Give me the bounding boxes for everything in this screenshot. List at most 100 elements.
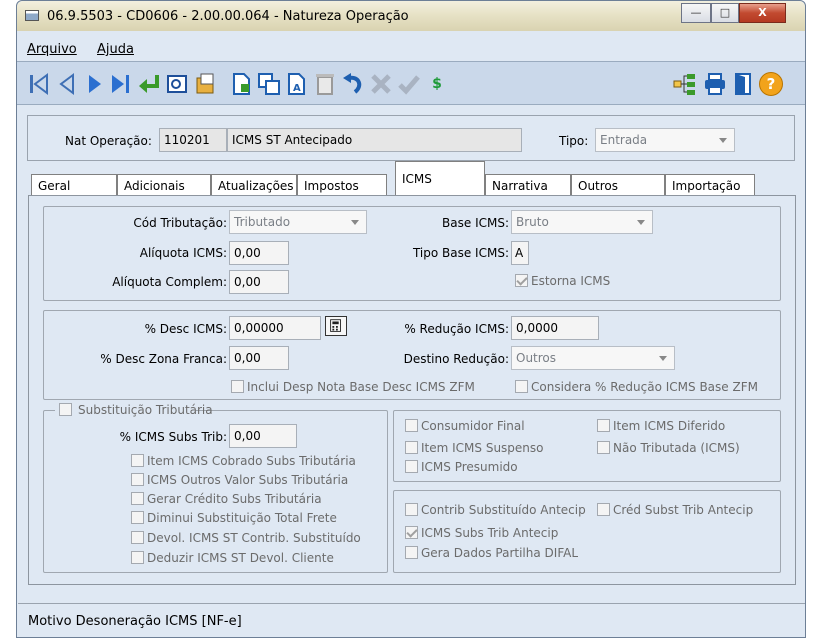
minimize-button[interactable]: — [681,3,711,23]
desc-zona-franca-label: % Desc Zona Franca: [100,352,227,366]
nat-operacao-label: Nat Operação: [65,134,152,148]
tab-outros[interactable]: Outros [571,174,665,196]
currency-icon[interactable]: $ [425,72,449,96]
svg-text:A: A [293,83,301,94]
copy-icon[interactable] [257,72,281,96]
tab-adicionais[interactable]: Adicionais [117,174,211,196]
chevron-down-icon [659,356,667,361]
last-icon[interactable] [109,72,133,96]
exit-icon[interactable] [731,72,755,96]
devol-icms-st-label: Devol. ICMS ST Contrib. Substituído [147,531,361,545]
gerar-credito-checkbox[interactable] [131,492,144,505]
item-icms-diferido-checkbox[interactable] [597,419,610,432]
tipo-base-icms-field[interactable]: A [511,241,529,265]
next-icon[interactable] [83,72,107,96]
item-icms-cobrado-checkbox[interactable] [131,454,144,467]
window-title: 06.9.5503 - CD0606 - 2.00.00.064 - Natur… [47,9,409,24]
enter-icon[interactable] [137,72,161,96]
confirm-icon[interactable] [397,72,421,96]
aliquota-complem-field[interactable]: 0,00 [229,270,289,294]
cred-subst-trib-checkbox[interactable] [597,503,610,516]
reducao-icms-label: % Redução ICMS: [404,322,509,336]
chevron-down-icon [719,138,727,143]
app-icon [25,10,39,21]
aliquota-icms-label: Alíquota ICMS: [139,246,227,260]
item-icms-suspenso-label: Item ICMS Suspenso [421,441,544,455]
consumidor-final-checkbox[interactable] [405,419,418,432]
menu-ajuda[interactable]: Ajuda [97,42,134,57]
toolbar: A $ ? [17,61,805,105]
gerar-credito-label: Gerar Crédito Subs Tributária [147,492,322,506]
chevron-down-icon [351,220,359,225]
contrib-substituido-checkbox[interactable] [405,503,418,516]
destino-reducao-value: Outros [516,351,557,365]
prev-icon[interactable] [55,72,79,96]
cod-tributacao-select[interactable]: Tributado [229,210,367,234]
nat-operacao-code-field[interactable]: 110201 [159,128,227,152]
tree-icon[interactable] [673,72,697,96]
tipo-label: Tipo: [559,134,589,148]
desc-zona-franca-field[interactable]: 0,00 [229,346,289,370]
deduzir-icms-st-checkbox[interactable] [131,551,144,564]
first-icon[interactable] [27,72,51,96]
report-icon[interactable] [193,72,217,96]
cred-subst-trib-label: Créd Subst Trib Antecip [613,503,754,517]
tipo-select[interactable]: Entrada [595,128,735,152]
desc-icms-field[interactable]: 0,00000 [229,316,321,340]
print-icon[interactable] [703,72,727,96]
zoom-icon[interactable] [165,72,189,96]
edit-icon[interactable]: A [285,72,309,96]
tab-geral[interactable]: Geral [31,174,117,196]
considera-reducao-label: Considera % Redução ICMS Base ZFM [531,380,758,394]
tab-narrativa[interactable]: Narrativa [485,174,571,196]
maximize-button[interactable]: □ [711,3,739,23]
new-icon[interactable] [229,72,253,96]
estorna-icms-label: Estorna ICMS [531,274,611,288]
tab-icms[interactable]: ICMS [395,161,485,196]
icms-presumido-checkbox[interactable] [405,460,418,473]
nao-tributada-checkbox[interactable] [597,441,610,454]
contrib-substituido-label: Contrib Substituído Antecip [421,503,586,517]
diminui-substituicao-checkbox[interactable] [131,511,144,524]
icms-outros-valor-checkbox[interactable] [131,473,144,486]
substituicao-tributaria-legend: Substituição Tributária [55,403,213,417]
cod-tributacao-label: Cód Tributação: [133,216,227,230]
destino-reducao-select[interactable]: Outros [511,346,675,370]
menu-arquivo[interactable]: Arquivo [27,42,77,57]
tipo-value: Entrada [600,133,648,147]
devol-icms-st-checkbox[interactable] [131,531,144,544]
base-icms-select[interactable]: Bruto [511,210,653,234]
cancel-icon[interactable] [369,72,393,96]
menu-bar: Arquivo Ajuda [17,40,805,60]
nat-operacao-desc-field[interactable]: ICMS ST Antecipado [227,128,522,152]
icms-subs-trib-label: % ICMS Subs Trib: [119,430,227,444]
substituicao-tributaria-checkbox[interactable] [59,403,72,416]
title-bar[interactable]: 06.9.5503 - CD0606 - 2.00.00.064 - Natur… [17,1,805,31]
inclui-desp-checkbox[interactable] [231,380,244,393]
item-icms-cobrado-label: Item ICMS Cobrado Subs Tributária [147,454,356,468]
desc-icms-label: % Desc ICMS: [144,322,227,336]
tab-impostos[interactable]: Impostos [297,174,387,196]
gera-dados-difal-checkbox[interactable] [405,546,418,559]
item-icms-diferido-label: Item ICMS Diferido [613,419,726,433]
tab-importacao[interactable]: Importação [665,174,755,196]
reducao-icms-field[interactable]: 0,0000 [511,316,599,340]
estorna-icms-checkbox[interactable] [515,274,528,287]
close-icon: X [758,6,767,19]
undo-icon[interactable] [341,72,365,96]
considera-reducao-checkbox[interactable] [515,380,528,393]
tipo-base-icms-label: Tipo Base ICMS: [412,246,509,260]
item-icms-suspenso-checkbox[interactable] [405,441,418,454]
tab-atualizacoes[interactable]: Atualizações [211,174,297,196]
deduzir-icms-st-label: Deduzir ICMS ST Devol. Cliente [147,551,334,565]
close-button[interactable]: X [739,3,786,23]
icms-subs-trib-antecip-label: ICMS Subs Trib Antecip [421,526,559,540]
aliquota-icms-field[interactable]: 0,00 [229,241,289,265]
calculator-icon[interactable] [325,316,347,336]
icms-subs-trib-antecip-checkbox[interactable] [405,526,418,539]
help-icon[interactable]: ? [759,72,783,96]
icms-subs-trib-field[interactable]: 0,00 [229,424,297,448]
delete-icon[interactable] [313,72,337,96]
minimize-icon: — [690,6,702,19]
chevron-down-icon [637,220,645,225]
